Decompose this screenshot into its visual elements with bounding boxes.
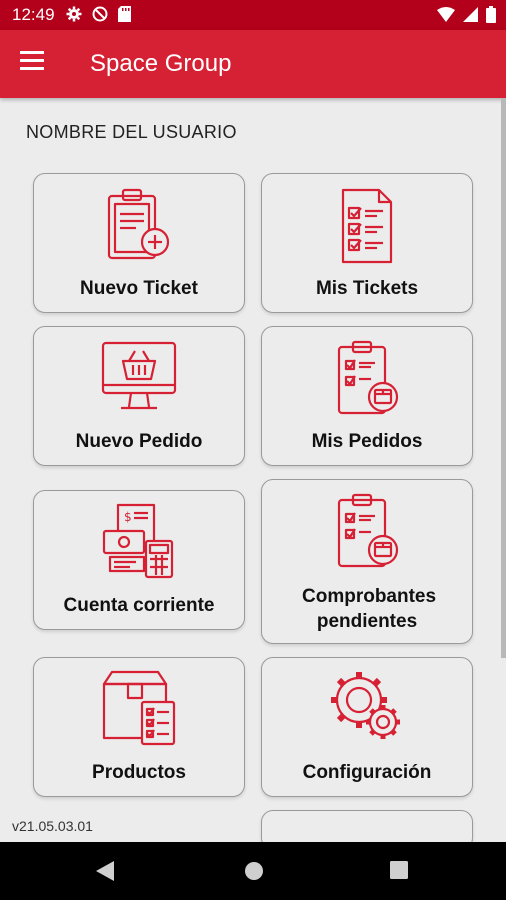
svg-text:$: $ — [124, 510, 132, 524]
sd-card-icon — [118, 6, 131, 22]
nuevo-ticket-button[interactable]: Nuevo Ticket — [33, 173, 245, 313]
mis-tickets-button[interactable]: Mis Tickets — [261, 173, 473, 313]
checklist-document-icon — [341, 188, 393, 264]
clipboard-box-icon — [337, 493, 399, 568]
home-icon[interactable] — [244, 861, 264, 881]
clipboard-box-icon — [337, 340, 399, 415]
signal-icon — [463, 7, 478, 22]
receipt-calculator-icon: $ — [102, 503, 174, 579]
scrollbar[interactable] — [501, 98, 506, 658]
card-label: Mis Pedidos — [311, 431, 423, 452]
mis-pedidos-button[interactable]: Mis Pedidos — [261, 326, 473, 466]
clipboard-plus-icon — [107, 188, 170, 260]
cuenta-corriente-button[interactable]: $ Cuenta corriente — [33, 490, 245, 630]
productos-button[interactable]: Productos — [33, 657, 245, 797]
comprobantes-pendientes-button[interactable]: Comprobantes pendientes — [261, 479, 473, 644]
navigation-bar — [0, 842, 506, 900]
version-label: v21.05.03.01 — [12, 818, 93, 834]
app-title: Space Group — [90, 50, 232, 77]
card-label: Nuevo Ticket — [80, 278, 198, 299]
nuevo-pedido-button[interactable]: Nuevo Pedido — [33, 326, 245, 466]
back-icon[interactable] — [96, 861, 114, 881]
card-label: Nuevo Pedido — [75, 431, 203, 452]
wifi-icon — [437, 7, 455, 22]
card-label: Cuenta corriente — [63, 595, 215, 616]
user-name: NOMBRE DEL USUARIO — [26, 122, 237, 142]
card-label: Comprobantes pendientes — [302, 586, 437, 632]
card-label: Mis Tickets — [315, 278, 419, 299]
card-label: Productos — [92, 762, 186, 783]
menu-icon[interactable] — [20, 51, 50, 77]
configuracion-button[interactable]: Configuración — [261, 657, 473, 797]
status-bar: 12:49 — [0, 0, 506, 30]
app-bar: Space Group — [0, 30, 506, 98]
status-time: 12:49 — [12, 5, 55, 24]
card-label: Configuración — [302, 762, 432, 783]
gear-icon — [66, 6, 82, 22]
battery-icon — [486, 6, 496, 23]
box-checklist-icon — [102, 670, 176, 746]
gears-icon — [331, 672, 400, 739]
monitor-basket-icon — [101, 341, 177, 410]
recent-apps-icon[interactable] — [390, 861, 408, 879]
no-disturb-icon — [92, 6, 108, 22]
